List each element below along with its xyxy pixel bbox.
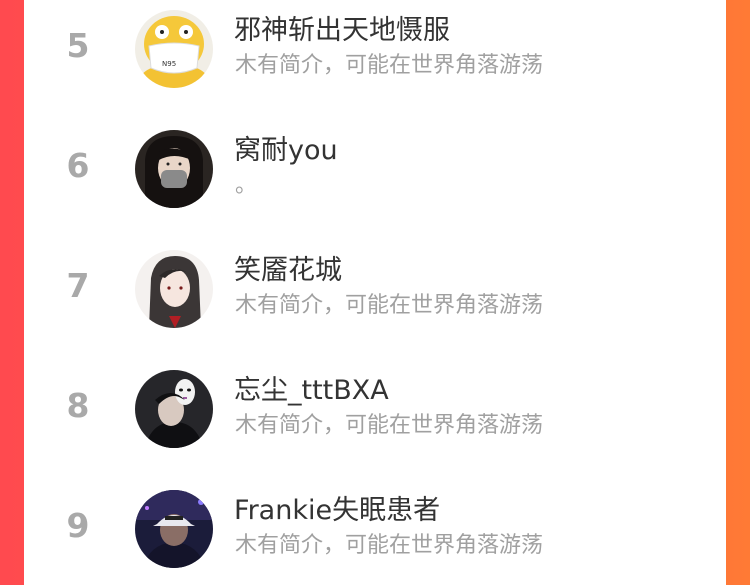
noface-mask-avatar-icon bbox=[135, 370, 213, 448]
user-name[interactable]: Frankie失眠患者 bbox=[234, 488, 440, 527]
user-name[interactable]: 邪神斩出天地慑服 bbox=[234, 8, 450, 47]
anime-boy-avatar-icon bbox=[135, 250, 213, 328]
user-bio: 木有简介，可能在世界角落游荡 bbox=[235, 293, 544, 318]
mask-label: N95 bbox=[162, 60, 176, 68]
rank-number: 5 bbox=[66, 26, 90, 65]
rank-number: 9 bbox=[66, 506, 90, 545]
ranking-list-card: 5 N95 邪神斩出天地慑服 木有简介，可能在世界角落游荡 6 窝耐you 。 … bbox=[24, 0, 726, 585]
rank-number: 6 bbox=[66, 146, 90, 185]
user-bio: 。 bbox=[235, 173, 258, 198]
user-name[interactable]: 笑靥花城 bbox=[234, 248, 342, 287]
user-bio: 木有简介，可能在世界角落游荡 bbox=[235, 53, 544, 78]
user-name[interactable]: 窝耐you bbox=[234, 128, 338, 167]
user-name[interactable]: 忘尘_tttBXA bbox=[234, 368, 389, 407]
list-item[interactable]: 8 忘尘_tttBXA 木有简介，可能在世界角落游荡 bbox=[24, 360, 726, 460]
user-avatar[interactable] bbox=[135, 490, 213, 568]
girl-mask-avatar-icon bbox=[135, 130, 213, 208]
list-item[interactable]: 6 窝耐you 。 bbox=[24, 120, 726, 220]
list-item[interactable]: 7 笑靥花城 木有简介，可能在世界角落游荡 bbox=[24, 240, 726, 340]
user-bio: 木有简介，可能在世界角落游荡 bbox=[235, 533, 544, 558]
user-avatar[interactable] bbox=[135, 250, 213, 328]
list-item[interactable]: 5 N95 邪神斩出天地慑服 木有简介，可能在世界角落游荡 bbox=[24, 0, 726, 100]
rank-number: 8 bbox=[66, 386, 90, 425]
user-bio: 木有简介，可能在世界角落游荡 bbox=[235, 413, 544, 438]
user-avatar[interactable] bbox=[135, 130, 213, 208]
user-avatar[interactable] bbox=[135, 370, 213, 448]
user-avatar[interactable]: N95 bbox=[135, 10, 213, 88]
rank-number: 7 bbox=[66, 266, 90, 305]
list-item[interactable]: 9 Frankie失眠患者 木有简介，可能在世界角落游荡 bbox=[24, 480, 726, 580]
psyduck-mask-avatar-icon: N95 bbox=[135, 10, 213, 88]
cap-guy-avatar-icon bbox=[135, 490, 213, 568]
